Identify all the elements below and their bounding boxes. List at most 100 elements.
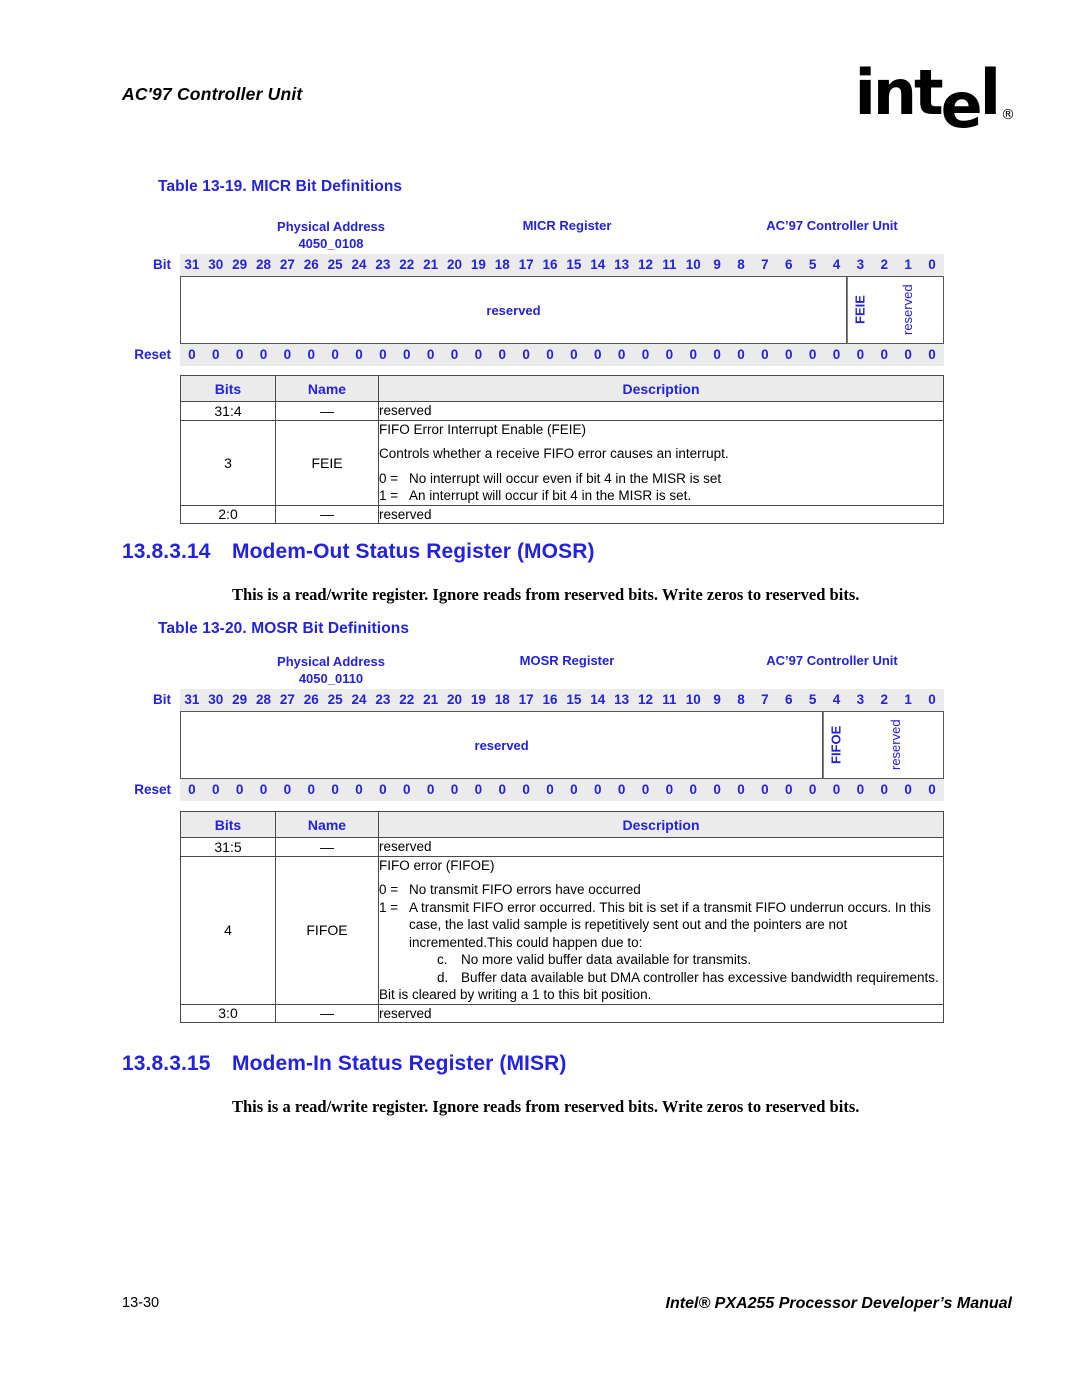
reset-value-bit-24: 0 — [355, 347, 363, 362]
bit-number-18: 18 — [494, 257, 510, 272]
section-paragraph-mosr: This is a read/write register. Ignore re… — [232, 585, 860, 604]
section-paragraph-misr: This is a read/write register. Ignore re… — [232, 1097, 860, 1116]
bit-number-29: 29 — [232, 692, 248, 707]
bit-number-7: 7 — [761, 257, 769, 272]
bit-row-label: Bit — [132, 689, 180, 711]
bit-number-25: 25 — [327, 692, 343, 707]
section-title-mosr: Modem-Out Status Register (MOSR) — [232, 540, 595, 563]
description-line: reserved — [379, 1005, 432, 1021]
reset-value-bit-25: 0 — [331, 347, 339, 362]
cell-description: FIFO error (FIFOE) 0 = No transmit FIFO er… — [378, 855, 944, 1005]
cell-description: reserved — [378, 1003, 944, 1023]
sub-item-key: d. — [437, 969, 449, 985]
enum-value: A transmit FIFO error occurred. This bit… — [409, 899, 931, 950]
reset-value-bit-8: 0 — [737, 782, 745, 797]
cell-name: FIFOE — [275, 855, 379, 1005]
reset-value-bit-18: 0 — [498, 782, 507, 797]
column-header-bits: Bits — [180, 811, 276, 838]
intel-logo-wordmark: intel — [854, 56, 1001, 142]
column-header-name: Name — [275, 375, 379, 402]
register-unit-micr: AC’97 Controller Unit — [766, 218, 898, 233]
cell-description: FIFO Error Interrupt Enable (FEIE) Contro… — [378, 419, 944, 506]
column-header-name: Name — [275, 811, 379, 838]
reset-value-bit-27: 0 — [283, 782, 292, 797]
bit-definition-body-mosr: 31:5— reserved 4 FIFOE FIFO error (FIFOE) 0 =… — [180, 837, 944, 1023]
reset-value-bit-2: 0 — [880, 782, 889, 797]
bit-number-24: 24 — [351, 692, 367, 707]
cell-description: reserved — [378, 504, 944, 524]
bit-number-14: 14 — [590, 257, 606, 272]
reset-value-bit-3: 0 — [856, 347, 865, 362]
registered-trademark-icon: ® — [1001, 107, 1015, 123]
bit-number-31: 31 — [184, 257, 200, 272]
table-row: 3 FEIE FIFO Error Interrupt Enable (FEIE) C… — [180, 419, 944, 506]
reset-value-bit-26: 0 — [307, 782, 316, 797]
bit-number-30: 30 — [208, 692, 224, 707]
description-sub-item: c. No more valid buffer data available fo… — [437, 951, 943, 969]
cell-bits: 3 — [180, 419, 276, 506]
bit-number-12: 12 — [638, 692, 654, 707]
field-row-mosr: reserved FIFOE reserved — [132, 711, 944, 779]
reset-value-bit-5: 0 — [808, 782, 817, 797]
reset-value-row-mosr: Reset 00000000000000000000000000000000 — [132, 779, 944, 801]
bit-number-row-micr: Bit 31 30 29 28 27 26 25 24 23 22 21 20 19 18 17 16 15 14… — [132, 254, 944, 276]
reset-row-label: Reset — [132, 344, 180, 366]
register-field-feie: FEIE — [847, 277, 872, 343]
reset-value-bit-1: 0 — [904, 782, 912, 797]
bit-number-19: 19 — [470, 692, 486, 707]
reset-value-bit-25: 0 — [331, 782, 339, 797]
register-name-micr: MICR Register — [522, 218, 612, 233]
reset-value-bit-4: 0 — [832, 347, 841, 362]
description-line: Controls whether a receive FIFO error ca… — [379, 446, 729, 461]
enum-value: No transmit FIFO errors have occurred — [409, 882, 641, 897]
reset-value-bit-30: 0 — [212, 782, 220, 797]
bit-number-0: 0 — [928, 692, 936, 707]
bit-number-9: 9 — [713, 692, 721, 707]
reset-value-bit-7: 0 — [761, 782, 769, 797]
cell-description: reserved — [378, 401, 944, 421]
reset-value-bit-23: 0 — [379, 347, 387, 362]
reset-value-bit-8: 0 — [737, 347, 745, 362]
reset-value-bit-10: 0 — [689, 347, 698, 362]
bit-number-9: 9 — [713, 257, 721, 272]
register-field-fifoe: FIFOE — [823, 712, 848, 778]
bit-row-label: Bit — [132, 254, 180, 276]
table-row: 31:4— reserved — [180, 401, 944, 421]
field-row-micr: reserved FEIE reserved — [132, 276, 944, 344]
description-enum-line: 0 = No transmit FIFO errors have occurred — [379, 881, 943, 899]
bit-number-23: 23 — [375, 257, 391, 272]
reset-value-bit-20: 0 — [450, 347, 459, 362]
bit-number-24: 24 — [351, 257, 367, 272]
table-header-row: Bits Name Description — [180, 811, 944, 838]
bit-number-cells-micr: 31 30 29 28 27 26 25 24 23 22 21 20 19 18 17 16 15 14 13 12… — [180, 254, 944, 276]
intel-logo-dropped-e: e — [940, 69, 983, 142]
sub-item-key: c. — [437, 952, 448, 967]
bit-number-21: 21 — [423, 692, 439, 707]
bit-number-10: 10 — [685, 692, 701, 707]
reset-value-bit-21: 0 — [426, 347, 435, 362]
register-fields-mosr: reserved FIFOE reserved — [180, 711, 944, 779]
column-header-description: Description — [378, 811, 944, 838]
enum-key: 1 = — [379, 488, 399, 503]
bit-number-8: 8 — [737, 257, 745, 272]
cell-bits: 31:5 — [180, 837, 276, 857]
bit-number-31: 31 — [184, 692, 200, 707]
cell-name: — — [275, 504, 379, 524]
bit-number-21: 21 — [423, 257, 439, 272]
bit-number-25: 25 — [327, 257, 343, 272]
reset-value-bit-13: 0 — [617, 782, 626, 797]
bit-number-13: 13 — [614, 257, 630, 272]
bit-number-row-mosr: Bit 31 30 29 28 27 26 25 24 23 22 21 20 19 18 17 16 15 14… — [132, 689, 944, 711]
bit-number-3: 3 — [856, 257, 865, 272]
bit-number-15: 15 — [566, 692, 582, 707]
reset-value-bit-0: 0 — [928, 347, 936, 362]
bit-definition-table-mosr: Bits Name Description 31:5— reserved 4 FIFO… — [180, 811, 944, 1023]
enum-key: 0 = — [379, 882, 399, 897]
description-enum-line: 1 = A transmit FIFO error occurred. This … — [379, 899, 943, 952]
reset-value-bit-9: 0 — [713, 782, 721, 797]
column-header-bits: Bits — [180, 375, 276, 402]
reset-value-bit-17: 0 — [522, 782, 530, 797]
reset-value-bit-29: 0 — [235, 782, 244, 797]
reset-value-bit-15: 0 — [570, 782, 578, 797]
cell-name: — — [275, 837, 379, 857]
